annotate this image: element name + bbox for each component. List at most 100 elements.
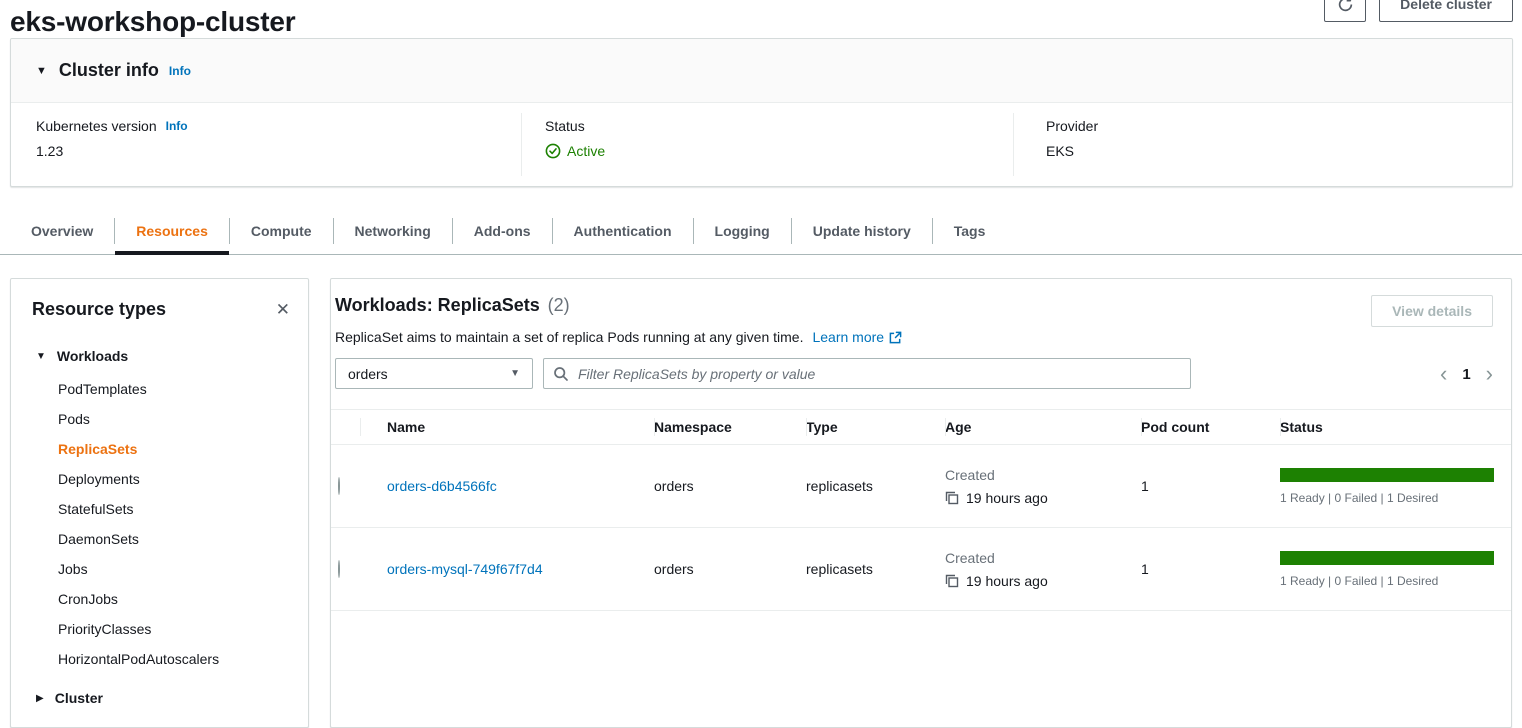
provider-field: Provider EKS <box>1046 118 1098 159</box>
resource-types-panel: Resource types ✕ ▼ Workloads PodTemplate… <box>10 278 309 728</box>
header-actions: Delete cluster <box>1324 0 1513 22</box>
search-icon <box>553 366 569 382</box>
column-header-namespace[interactable]: Namespace <box>654 410 806 444</box>
row-radio-button[interactable] <box>338 560 340 578</box>
view-details-button[interactable]: View details <box>1371 295 1493 327</box>
learn-more-link[interactable]: Learn more <box>812 329 902 345</box>
check-circle-icon <box>545 143 561 159</box>
tab-tags[interactable]: Tags <box>933 208 1007 254</box>
cell-type: replicasets <box>806 478 945 494</box>
panel-description: ReplicaSet aims to maintain a set of rep… <box>335 329 803 345</box>
cluster-info-body: Kubernetes version Info 1.23 Status Acti… <box>11 103 1512 186</box>
tree-group-workloads[interactable]: ▼ Workloads <box>11 340 308 372</box>
kubernetes-version-value: 1.23 <box>36 143 188 159</box>
refresh-button[interactable] <box>1324 0 1366 22</box>
column-header-pod-count[interactable]: Pod count <box>1141 410 1280 444</box>
replicasets-table: Name Namespace Type Age Pod count Status… <box>331 409 1511 611</box>
page-number[interactable]: 1 <box>1462 366 1470 383</box>
close-icon[interactable]: ✕ <box>274 299 292 320</box>
panel-title: Workloads: ReplicaSets <box>335 295 540 315</box>
sidebar-item-jobs[interactable]: Jobs <box>11 554 308 584</box>
provider-value: EKS <box>1046 143 1098 159</box>
cell-type: replicasets <box>806 561 945 577</box>
age-created-label: Created <box>945 550 1141 566</box>
status-progress-bar <box>1280 551 1494 565</box>
sidebar-item-deployments[interactable]: Deployments <box>11 464 308 494</box>
divider <box>521 113 522 176</box>
tab-authentication[interactable]: Authentication <box>553 208 693 254</box>
panel-count: (2) <box>548 295 570 315</box>
sidebar-item-podtemplates[interactable]: PodTemplates <box>11 374 308 404</box>
replicaset-name-link[interactable]: orders-mysql-749f67f7d4 <box>387 561 543 577</box>
table-header-row: Name Namespace Type Age Pod count Status <box>331 409 1511 445</box>
tab-logging[interactable]: Logging <box>694 208 791 254</box>
caret-down-icon[interactable]: ▼ <box>36 65 47 77</box>
select-column-header <box>331 410 360 444</box>
chevron-left-icon[interactable]: ‹ <box>1440 363 1447 385</box>
column-header-status[interactable]: Status <box>1280 410 1511 444</box>
replicaset-name-link[interactable]: orders-d6b4566fc <box>387 478 497 494</box>
filter-search-box[interactable] <box>543 358 1191 389</box>
sidebar-item-horizontalpodautoscalers[interactable]: HorizontalPodAutoscalers <box>11 644 308 674</box>
status-label: Status <box>545 118 585 134</box>
pagination: ‹ 1 › <box>1440 363 1493 385</box>
copy-icon[interactable] <box>945 574 959 588</box>
status-badge: Active <box>545 143 605 159</box>
cell-pod-count: 1 <box>1141 561 1280 577</box>
chevron-right-icon[interactable]: › <box>1486 363 1493 385</box>
age-value: 19 hours ago <box>966 573 1048 589</box>
sidebar-item-statefulsets[interactable]: StatefulSets <box>11 494 308 524</box>
sidebar-item-replicasets[interactable]: ReplicaSets <box>11 434 308 464</box>
namespace-filter-dropdown[interactable]: orders ▼ <box>335 358 533 389</box>
cell-namespace: orders <box>654 478 806 494</box>
replicasets-panel: Workloads: ReplicaSets (2) View details … <box>330 278 1512 728</box>
column-header-age[interactable]: Age <box>945 410 1141 444</box>
sidebar-item-pods[interactable]: Pods <box>11 404 308 434</box>
filter-search-input[interactable] <box>576 365 1181 383</box>
kubernetes-version-info-link[interactable]: Info <box>166 119 188 133</box>
cell-age: Created 19 hours ago <box>945 550 1141 589</box>
age-value: 19 hours ago <box>966 490 1048 506</box>
tab-update-history[interactable]: Update history <box>792 208 932 254</box>
tab-add-ons[interactable]: Add-ons <box>453 208 552 254</box>
status-summary: 1 Ready | 0 Failed | 1 Desired <box>1280 491 1494 505</box>
resource-types-tree: ▼ Workloads PodTemplates Pods ReplicaSet… <box>11 326 308 714</box>
status-progress-bar <box>1280 468 1494 482</box>
sidebar-item-cronjobs[interactable]: CronJobs <box>11 584 308 614</box>
external-link-icon <box>889 331 902 344</box>
refresh-icon <box>1337 0 1354 13</box>
chevron-down-icon: ▼ <box>510 368 520 379</box>
cluster-info-info-link[interactable]: Info <box>169 64 191 78</box>
caret-down-icon: ▼ <box>36 351 46 362</box>
learn-more-label: Learn more <box>812 329 884 345</box>
row-radio-button[interactable] <box>338 477 340 495</box>
cell-pod-count: 1 <box>1141 478 1280 494</box>
age-created-label: Created <box>945 467 1141 483</box>
column-header-name[interactable]: Name <box>360 410 654 444</box>
status-field: Status Active <box>545 118 605 159</box>
cell-status: 1 Ready | 0 Failed | 1 Desired <box>1280 551 1511 588</box>
tab-resources[interactable]: Resources <box>115 208 229 254</box>
sidebar-item-daemonsets[interactable]: DaemonSets <box>11 524 308 554</box>
table-row: orders-mysql-749f67f7d4 orders replicase… <box>331 528 1511 611</box>
column-header-type[interactable]: Type <box>806 410 945 444</box>
tab-compute[interactable]: Compute <box>230 208 333 254</box>
tree-group-workloads-label: Workloads <box>57 348 128 364</box>
cell-status: 1 Ready | 0 Failed | 1 Desired <box>1280 468 1511 505</box>
tree-group-cluster-label: Cluster <box>55 690 103 706</box>
copy-icon[interactable] <box>945 491 959 505</box>
delete-cluster-button[interactable]: Delete cluster <box>1379 0 1513 22</box>
divider <box>1013 113 1014 176</box>
kubernetes-version-field: Kubernetes version Info 1.23 <box>36 118 188 159</box>
tree-group-cluster[interactable]: ▶ Cluster <box>11 682 308 714</box>
sidebar-item-priorityclasses[interactable]: PriorityClasses <box>11 614 308 644</box>
tab-overview[interactable]: Overview <box>10 208 114 254</box>
resource-types-title: Resource types <box>32 299 166 320</box>
kubernetes-version-label: Kubernetes version <box>36 118 157 134</box>
table-row: orders-d6b4566fc orders replicasets Crea… <box>331 445 1511 528</box>
cluster-tabs: Overview Resources Compute Networking Ad… <box>0 208 1522 255</box>
page-title: eks-workshop-cluster <box>10 6 295 38</box>
tab-networking[interactable]: Networking <box>334 208 452 254</box>
cluster-info-header[interactable]: ▼ Cluster info Info <box>11 39 1512 103</box>
cell-namespace: orders <box>654 561 806 577</box>
